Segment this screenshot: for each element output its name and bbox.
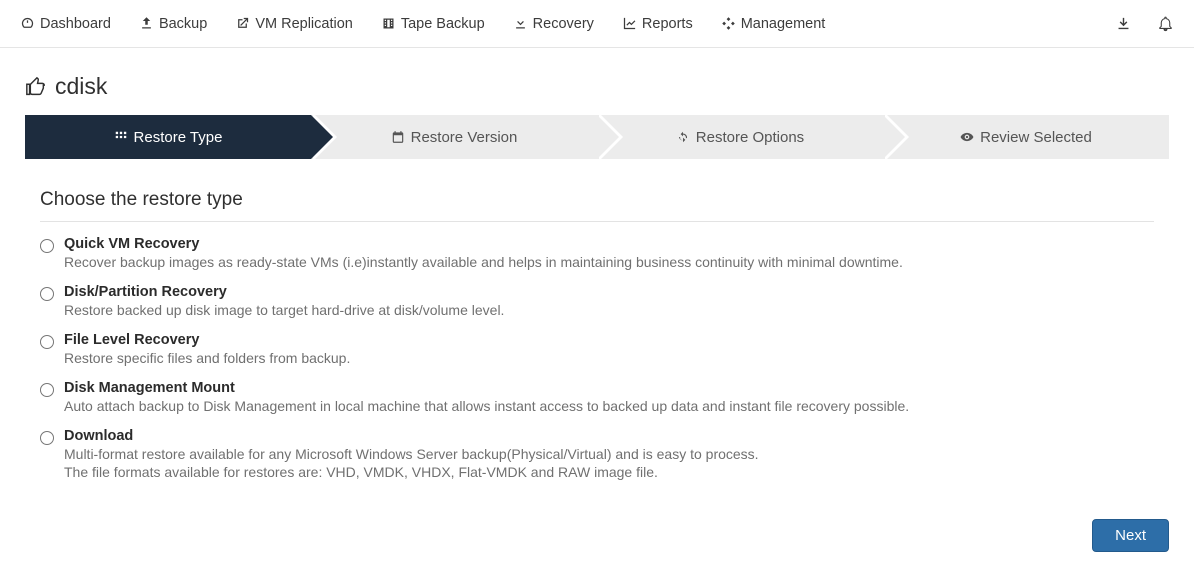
chart-line-icon [622,16,637,31]
radio-disk-management-mount[interactable] [40,383,54,397]
upload-icon [139,16,154,31]
nav-tape-backup[interactable]: Tape Backup [381,16,485,32]
nav-reports[interactable]: Reports [622,16,693,32]
radio-file-level-recovery[interactable] [40,335,54,349]
calendar-icon [391,130,405,144]
nav-dashboard-label: Dashboard [40,16,111,32]
nav-recovery-label: Recovery [533,16,594,32]
wizard-step-label: Restore Version [411,129,518,146]
wizard-step-restore-version[interactable]: Restore Version [311,115,597,159]
radio-disk-partition-recovery[interactable] [40,287,54,301]
nav-dashboard[interactable]: Dashboard [20,16,111,32]
page-title-text: cdisk [55,73,107,100]
recycle-icon [676,130,690,144]
dashboard-icon [20,16,35,31]
option-desc: Restore specific files and folders from … [64,350,350,366]
option-file-level-recovery: File Level Recovery Restore specific fil… [40,332,1154,366]
radio-download[interactable] [40,431,54,445]
section-title: Choose the restore type [40,189,1154,211]
wizard-step-restore-type[interactable]: Restore Type [25,115,311,159]
option-disk-management-mount: Disk Management Mount Auto attach backup… [40,380,1154,414]
option-desc: Multi-format restore available for any M… [64,446,759,462]
nav-management-label: Management [741,16,826,32]
wizard-step-review-selected[interactable]: Review Selected [883,115,1169,159]
grid-icon [114,130,128,144]
option-quick-vm-recovery: Quick VM Recovery Recover backup images … [40,236,1154,270]
wizard-step-label: Review Selected [980,129,1092,146]
option-title: File Level Recovery [64,332,350,348]
nav-backup[interactable]: Backup [139,16,207,32]
option-desc: Auto attach backup to Disk Management in… [64,398,909,414]
download-tray-icon[interactable] [1115,15,1132,32]
option-desc: The file formats available for restores … [64,464,759,480]
page-title: cdisk [25,73,1169,100]
radio-quick-vm-recovery[interactable] [40,239,54,253]
option-title: Download [64,428,759,444]
eye-icon [960,130,974,144]
divider [40,221,1154,222]
option-title: Disk/Partition Recovery [64,284,504,300]
download-icon [513,16,528,31]
wizard-steps: Restore Type Restore Version Restore Opt… [25,115,1169,159]
thumbs-up-icon [25,76,47,98]
wizard-step-label: Restore Options [696,129,804,146]
nav-vm-replication-label: VM Replication [255,16,353,32]
nav-recovery[interactable]: Recovery [513,16,594,32]
film-icon [381,16,396,31]
option-desc: Restore backed up disk image to target h… [64,302,504,318]
option-disk-partition-recovery: Disk/Partition Recovery Restore backed u… [40,284,1154,318]
crosshair-icon [721,16,736,31]
bell-icon[interactable] [1157,15,1174,32]
wizard-step-label: Restore Type [134,129,223,146]
nav-backup-label: Backup [159,16,207,32]
nav-management[interactable]: Management [721,16,826,32]
nav-vm-replication[interactable]: VM Replication [235,16,353,32]
nav-reports-label: Reports [642,16,693,32]
option-title: Quick VM Recovery [64,236,903,252]
option-download: Download Multi-format restore available … [40,428,1154,480]
option-desc: Recover backup images as ready-state VMs… [64,254,903,270]
share-icon [235,16,250,31]
option-title: Disk Management Mount [64,380,909,396]
wizard-step-restore-options[interactable]: Restore Options [597,115,883,159]
nav-tape-backup-label: Tape Backup [401,16,485,32]
next-button[interactable]: Next [1092,519,1169,552]
